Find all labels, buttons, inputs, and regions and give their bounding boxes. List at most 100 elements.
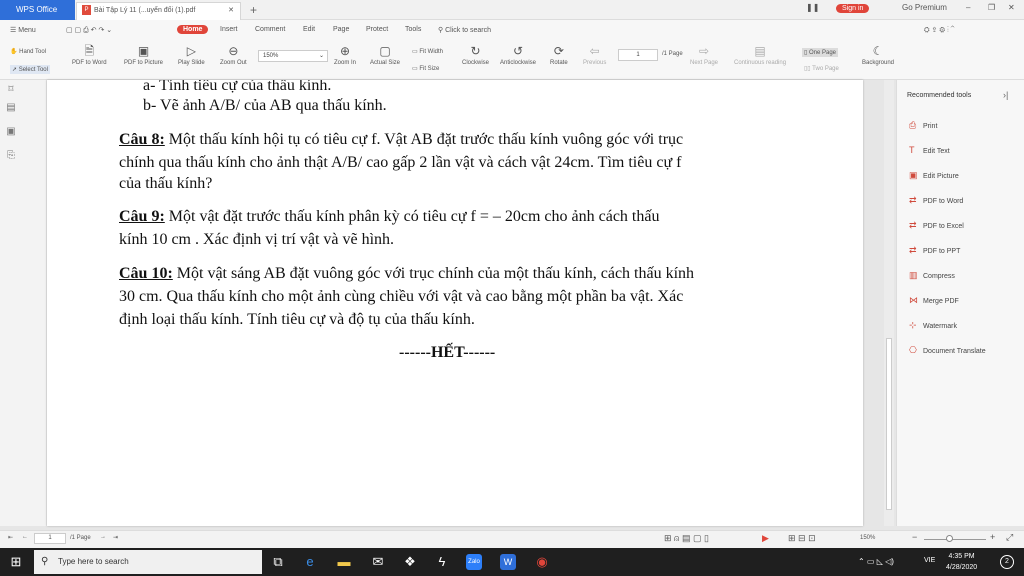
title-bar: WPS Office P Bài Tập Lý 11 (...uyển đổi (… <box>0 0 1024 20</box>
clockwise-button[interactable]: ↻ Clockwise <box>462 44 489 66</box>
document-tab[interactable]: P Bài Tập Lý 11 (...uyển đổi (1).pdf ✕ <box>76 2 241 20</box>
next-page-icon[interactable]: → <box>100 534 106 540</box>
close-tab-icon[interactable]: ✕ <box>228 3 234 19</box>
text-line: b- Vẽ ảnh A/B/ của AB qua thấu kính. <box>143 97 387 114</box>
tool-pdf-to-ppt[interactable]: ⇄ PDF to PPT <box>909 245 960 256</box>
close-window-icon[interactable]: ✕ <box>1008 3 1015 12</box>
status-zoom: 150% <box>860 535 876 541</box>
zoom-out-button[interactable]: ⊖ Zoom Out <box>220 44 247 66</box>
tab-tools[interactable]: Tools <box>405 26 421 33</box>
view-mode-icons[interactable]: ⊞ ⍝ ▤ ▢ ▯ <box>664 533 709 544</box>
search-box[interactable]: ⚲ Click to search <box>438 26 491 34</box>
last-page-icon[interactable]: ⇥ <box>113 534 118 541</box>
restore-icon[interactable]: ❐ <box>988 3 995 12</box>
wps-writer-icon[interactable]: W <box>500 554 516 570</box>
zoom-slider-handle[interactable] <box>946 535 953 542</box>
tab-edit[interactable]: Edit <box>303 26 315 33</box>
zoom-select[interactable]: 150% ⌄ <box>258 50 328 62</box>
new-tab-button[interactable]: + <box>250 3 257 17</box>
background-button[interactable]: ☾ Background <box>862 44 894 66</box>
text-line: a- Tính tiêu cự của thấu kính. <box>143 80 332 94</box>
anticlockwise-button[interactable]: ↺ Anticlockwise <box>500 44 536 66</box>
hand-tool-button[interactable]: ✋ Hand Tool <box>10 48 46 55</box>
pdf-to-picture-button[interactable]: ▣ PDF to Picture <box>124 44 163 66</box>
tool-compress[interactable]: ▥ Compress <box>909 270 955 281</box>
tool-pdf-to-word[interactable]: ⇄ PDF to Word <box>909 195 963 206</box>
next-page-button[interactable]: ⇨ Next Page <box>690 44 718 66</box>
system-tray-icons[interactable]: ⌃ ▭ ◺ ◁) <box>858 557 894 566</box>
left-rail: ⌑ ▤ ▣ ⎘ <box>0 80 46 526</box>
text-line: của thấu kính? <box>119 175 213 192</box>
two-page-button[interactable]: ▯▯ Two Page <box>804 65 839 72</box>
window-layout-icon[interactable]: ❚❚ <box>806 3 819 12</box>
taskbar-search[interactable]: ⚲ Type here to search <box>34 550 262 574</box>
end-marker: ------HẾT------ <box>399 344 496 361</box>
prev-page-icon[interactable]: ← <box>22 534 28 540</box>
rotate-button[interactable]: ⟳ Rotate <box>550 44 568 66</box>
fullscreen-icon[interactable]: ⤢ <box>1006 532 1013 543</box>
zalo-icon[interactable]: Zalo <box>466 554 482 570</box>
mail-icon[interactable]: ✉ <box>370 554 386 570</box>
edge-icon[interactable]: e <box>302 554 318 570</box>
text-line: 30 cm. Qua thấu kính cho một ảnh cùng ch… <box>119 288 684 305</box>
zoom-out-icon[interactable]: − <box>912 532 917 542</box>
tab-protect[interactable]: Protect <box>366 26 388 33</box>
first-page-icon[interactable]: ⇤ <box>8 534 13 541</box>
sign-in-button[interactable]: Sign in <box>836 4 870 13</box>
windows-start-icon[interactable]: ⊞ <box>8 554 24 570</box>
fit-width-button[interactable]: ▭ Fit Width <box>412 48 443 55</box>
one-page-button[interactable]: ▯ One Page <box>802 48 838 57</box>
select-tool-button[interactable]: ➚ Select Tool <box>10 65 50 74</box>
tab-home[interactable]: Home <box>177 25 209 34</box>
tool-print[interactable]: ⎙ Print <box>909 120 937 131</box>
layout-icons[interactable]: ⊞ ⊟ ⊡ <box>788 533 816 544</box>
dropbox-icon[interactable]: ❖ <box>402 554 418 570</box>
tab-insert[interactable]: Insert <box>220 26 238 33</box>
clock[interactable]: 4:35 PM 4/28/2020 <box>946 551 977 573</box>
document-tab-title: Bài Tập Lý 11 (...uyển đổi (1).pdf <box>94 7 196 14</box>
thumbnail-icon[interactable]: ▤ <box>5 102 17 113</box>
text-line: định loại thấu kính. Tính tiêu cự và độ … <box>119 311 475 328</box>
arrow-left-icon: ⇦ <box>589 44 600 58</box>
minimize-icon[interactable]: – <box>966 3 970 12</box>
previous-button[interactable]: ⇦ Previous <box>583 44 606 66</box>
menu-button[interactable]: ☰ Menu <box>10 26 36 34</box>
vertical-scrollbar[interactable] <box>884 80 894 526</box>
play-icon[interactable]: ▶ <box>762 533 769 544</box>
attachment-icon[interactable]: ⎘ <box>5 150 17 161</box>
right-menu-icons[interactable]: ⛭ ⇪ ⚙ ⋮ ⌃ <box>924 26 954 35</box>
continuous-reading-button[interactable]: ▤ Continuous reading <box>734 44 786 66</box>
quick-access-icons[interactable]: ▢ ▢ ⎙ ↶ ↷ ⌄ <box>66 26 112 35</box>
language-indicator[interactable]: VIE <box>924 557 935 564</box>
chrome-icon[interactable]: ◉ <box>534 554 550 570</box>
zoom-in-button[interactable]: ⊕ Zoom In <box>334 44 356 66</box>
zoom-in-icon[interactable]: + <box>990 532 995 542</box>
task-view-icon[interactable]: ⧉ <box>270 554 286 570</box>
zoom-slider[interactable] <box>924 539 986 540</box>
file-explorer-icon[interactable]: ▬ <box>336 554 352 570</box>
pdf-to-word-button[interactable]: 🗎 PDF to Word <box>72 44 107 66</box>
notification-badge[interactable]: 2 <box>1000 555 1014 569</box>
tool-edit-text[interactable]: T Edit Text <box>909 145 950 155</box>
scrollbar-thumb[interactable] <box>886 338 892 510</box>
status-page-input[interactable]: 1 <box>34 533 66 544</box>
tool-watermark[interactable]: ⊹ Watermark <box>909 320 957 331</box>
bookmark-icon[interactable]: ⌑ <box>5 84 17 95</box>
tool-document-translate[interactable]: ⎔ Document Translate <box>909 345 986 356</box>
tool-label: PDF to PPT <box>923 248 961 255</box>
tool-merge-pdf[interactable]: ⋈ Merge PDF <box>909 295 959 306</box>
page-number-input[interactable]: 1 <box>618 49 658 61</box>
fit-size-button[interactable]: ▭ Fit Size <box>412 65 439 72</box>
play-slide-button[interactable]: ▷ Play Slide <box>178 44 205 66</box>
tool-edit-picture[interactable]: ▣ Edit Picture <box>909 170 959 181</box>
tool-pdf-to-excel[interactable]: ⇄ PDF to Excel <box>909 220 964 231</box>
picture-panel-icon[interactable]: ▣ <box>5 126 17 137</box>
collapse-panel-icon[interactable]: ›| <box>1003 90 1008 100</box>
actual-size-button[interactable]: ▢ Actual Size <box>370 44 400 66</box>
lightning-icon[interactable]: ϟ <box>434 554 450 570</box>
tool-label: PDF to Word <box>923 198 964 205</box>
go-premium-button[interactable]: Go Premium <box>902 3 947 12</box>
tab-page[interactable]: Page <box>333 26 349 33</box>
tab-comment[interactable]: Comment <box>255 26 285 33</box>
wps-office-tab[interactable]: WPS Office <box>0 0 75 20</box>
